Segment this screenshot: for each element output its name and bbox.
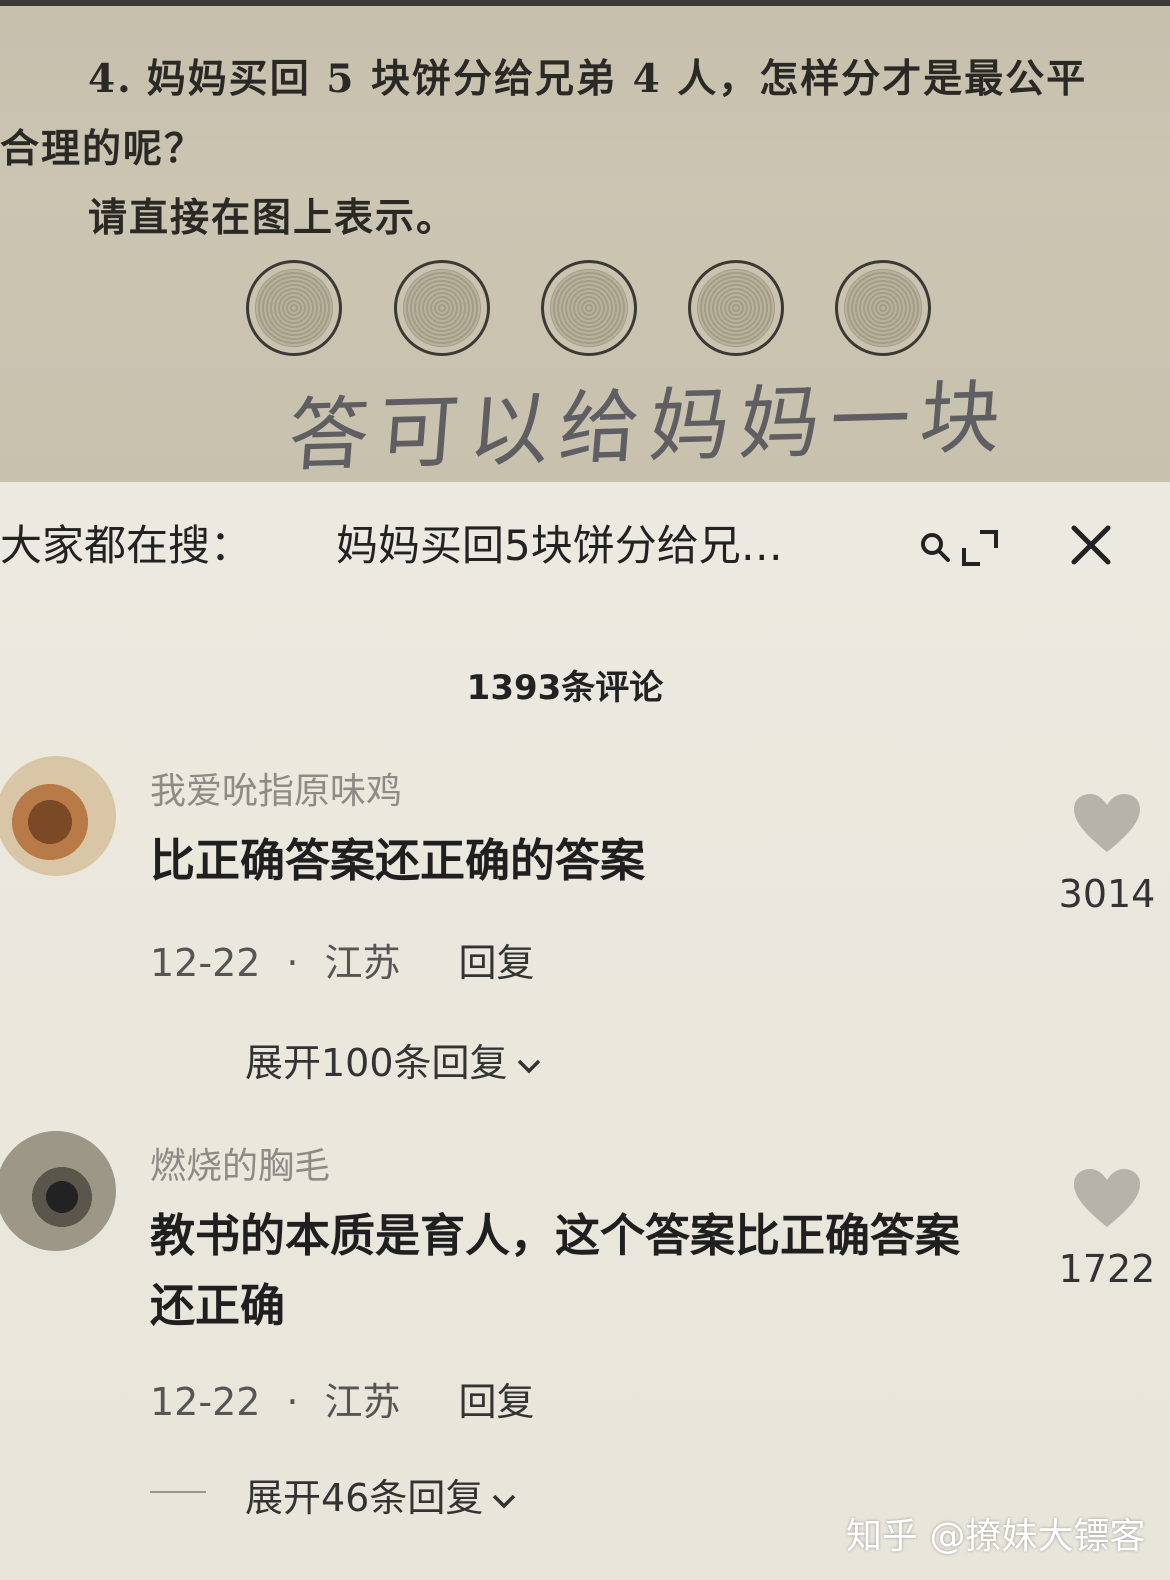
heart-icon[interactable]: [1072, 1167, 1142, 1231]
comments-sheet: 大家都在搜： 妈妈买回5块饼分给兄… 1393条评论 我爱吮指原味鸡 比正确答案…: [0, 482, 1170, 1580]
like-button[interactable]: 3014: [1054, 792, 1160, 916]
close-icon[interactable]: [1066, 520, 1116, 570]
question-number: 4.: [88, 56, 133, 102]
heart-icon[interactable]: [1072, 792, 1142, 856]
reply-button[interactable]: 回复: [459, 1380, 535, 1424]
question-instruction: 请直接在图上表示。: [88, 195, 458, 241]
comment-meta: 12-22 · 江苏 回复: [150, 932, 535, 987]
comment-text: 比正确答案还正确的答案: [150, 834, 646, 887]
expand-replies-label: 展开46条回复: [245, 1476, 484, 1520]
comment-username[interactable]: 燃烧的胸毛: [150, 1137, 330, 1189]
question-line-1: 4. 妈妈买回 5 块饼分给兄弟 4 人，怎样分才是最公平: [88, 48, 1087, 104]
comment-date: 12-22: [150, 941, 261, 985]
cake-icon: [688, 260, 784, 356]
cake-icon: [541, 260, 637, 356]
meta-separator: ·: [286, 941, 299, 985]
cake-icon: [394, 260, 490, 356]
avatar[interactable]: [0, 1131, 116, 1251]
expand-replies-button[interactable]: 展开100条回复: [245, 1032, 542, 1087]
question-text-1: 妈妈买回 5 块饼分给兄弟 4 人，怎样分才是最公平: [146, 56, 1088, 102]
like-count: 1722: [1058, 1247, 1156, 1291]
search-icon[interactable]: [918, 530, 954, 566]
cake-icon: [246, 260, 342, 356]
reply-divider: [150, 1491, 206, 1493]
photo-edge: [0, 0, 1170, 6]
like-button[interactable]: 1722: [1054, 1167, 1160, 1291]
textbook-photo: 4. 妈妈买回 5 块饼分给兄弟 4 人，怎样分才是最公平 合理的呢？ 请直接在图…: [0, 0, 1170, 482]
expand-replies-label: 展开100条回复: [245, 1041, 508, 1085]
chevron-down-icon: [493, 1494, 516, 1508]
meta-separator: ·: [286, 1380, 299, 1424]
handwritten-answer: 答可以给妈妈一块: [284, 370, 1015, 482]
reply-button[interactable]: 回复: [459, 941, 535, 985]
comment-count: 1393条评论: [466, 668, 664, 708]
comment-location: 江苏: [324, 941, 401, 985]
chevron-down-icon: [517, 1059, 540, 1073]
watermark: 知乎 @撩妹大镖客: [846, 1516, 1146, 1557]
search-bar[interactable]: 大家都在搜： 妈妈买回5块饼分给兄…: [0, 512, 1170, 592]
question-line-2: 合理的呢？: [0, 126, 206, 172]
comment-location: 江苏: [324, 1380, 401, 1424]
comment-username[interactable]: 我爱吮指原味鸡: [150, 762, 402, 814]
cake-icon: [835, 260, 931, 356]
search-query[interactable]: 妈妈买回5块饼分给兄…: [336, 512, 783, 573]
expand-icon[interactable]: [958, 526, 1002, 570]
expand-replies-button[interactable]: 展开46条回复: [245, 1467, 517, 1522]
search-prefix: 大家都在搜：: [0, 521, 253, 570]
avatar[interactable]: [0, 756, 116, 876]
comment-meta: 12-22 · 江苏 回复: [150, 1371, 535, 1426]
comment-date: 12-22: [150, 1380, 261, 1424]
like-count: 3014: [1058, 872, 1156, 916]
comment-text: 教书的本质是育人，这个答案比正确答案还正确: [150, 1209, 961, 1332]
